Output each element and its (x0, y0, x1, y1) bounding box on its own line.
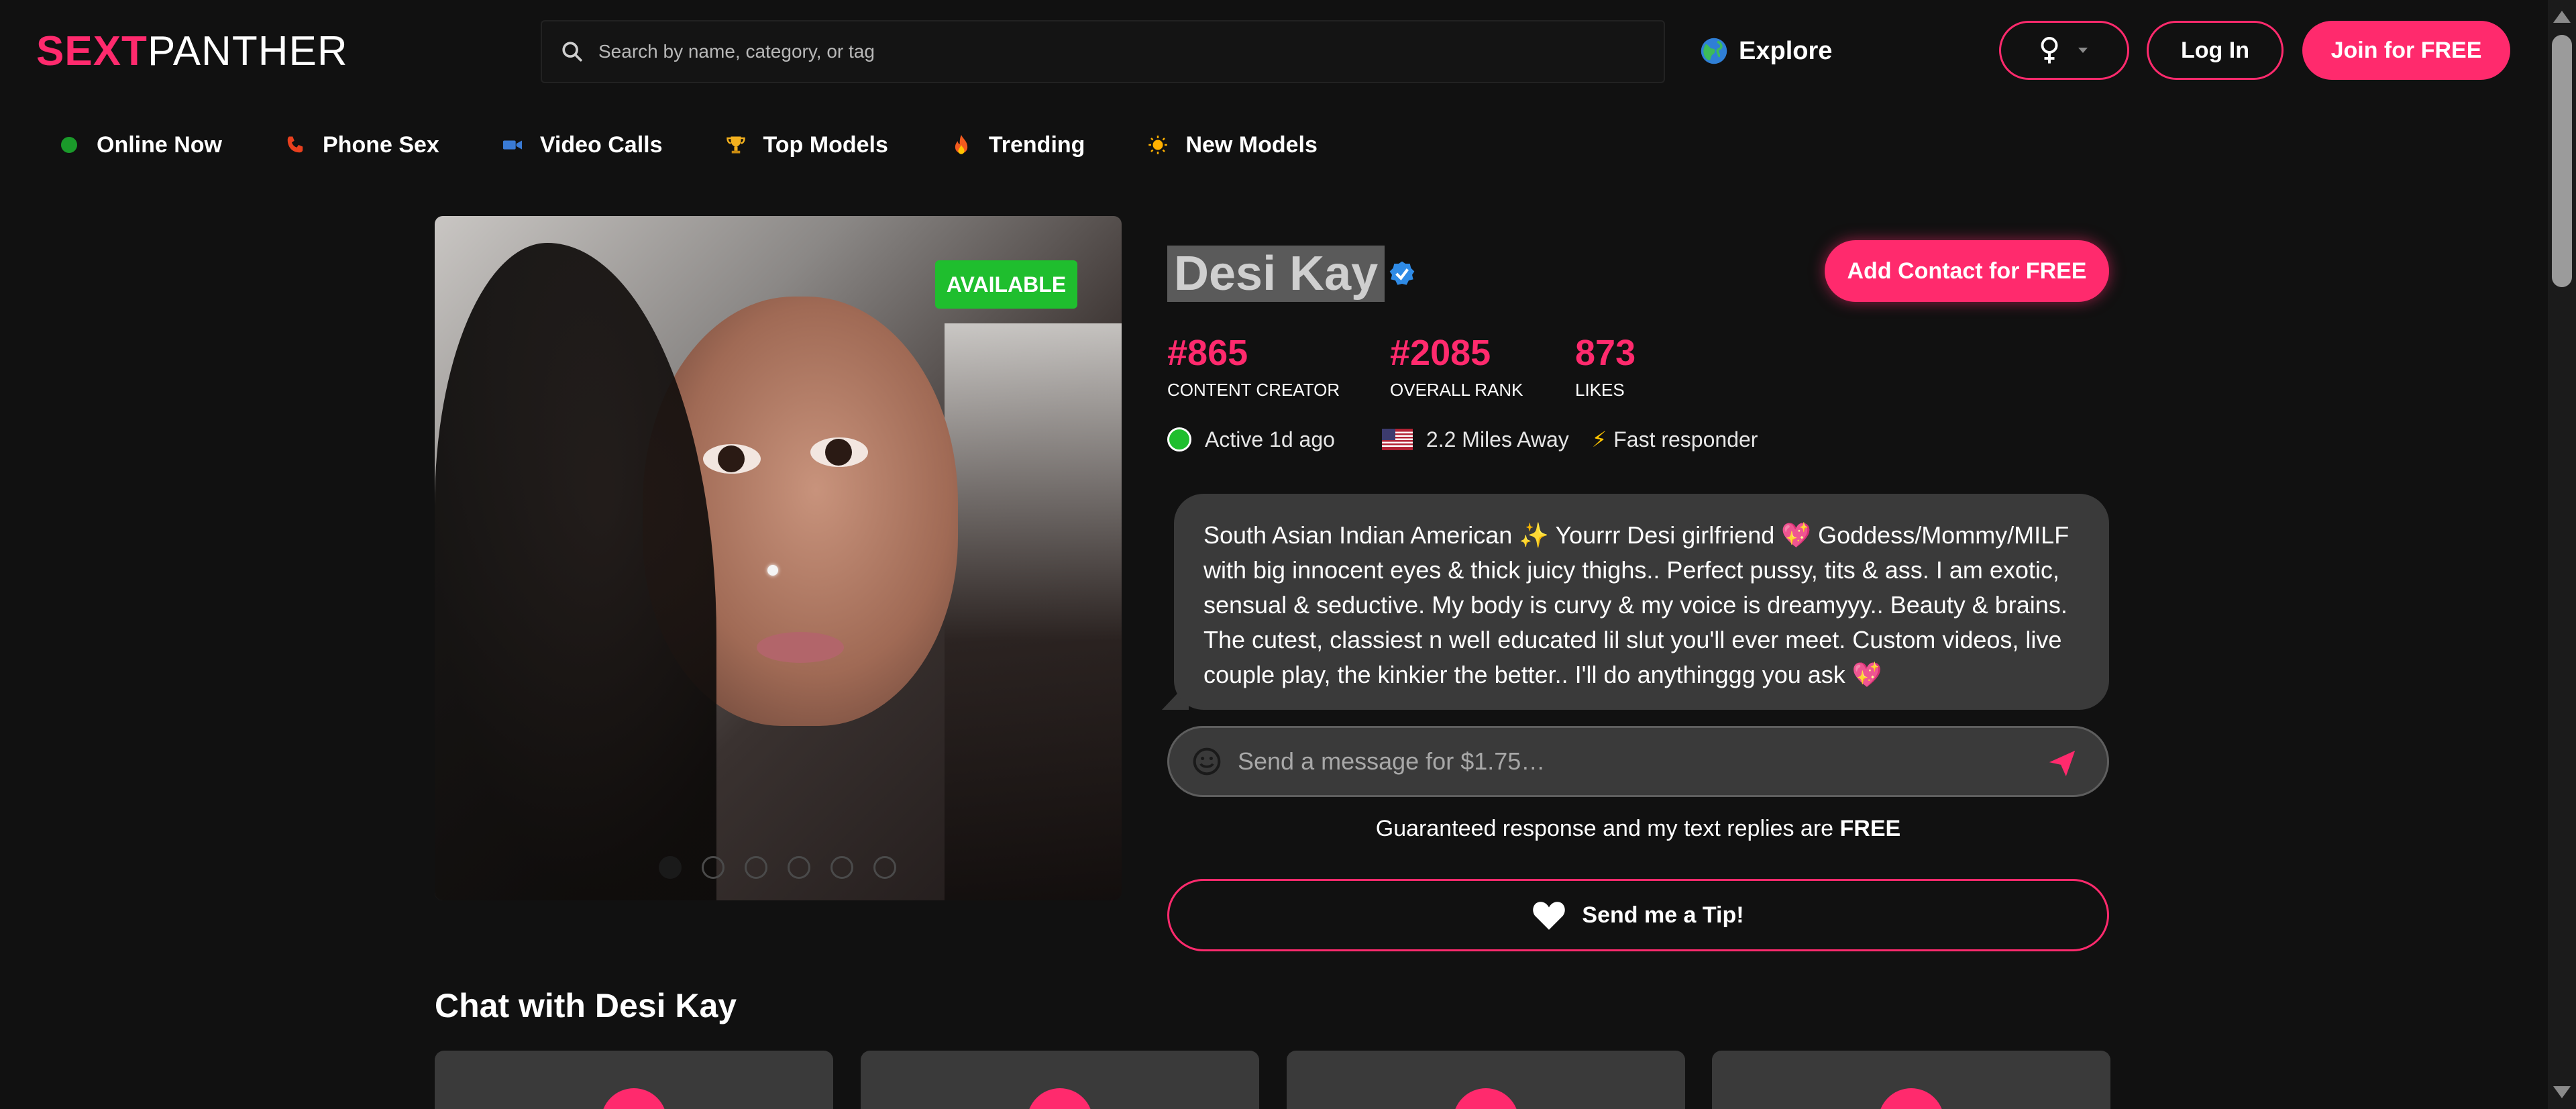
us-flag-icon (1381, 429, 1413, 450)
chat-option-card[interactable] (1712, 1051, 2110, 1109)
carousel-dot[interactable] (702, 856, 724, 879)
guarantee-text: Guaranteed response and my text replies … (1375, 816, 1840, 841)
sun-icon (1148, 135, 1168, 155)
carousel-dot[interactable] (788, 856, 810, 879)
page-scrollbar[interactable] (2548, 0, 2576, 1109)
verified-badge-icon (1389, 261, 1415, 285)
fire-icon (951, 135, 971, 155)
trophy-icon (726, 135, 746, 155)
logo-text-panther: PANTHER (147, 28, 348, 74)
nav-label: Top Models (763, 131, 888, 158)
profile-page: SEXTPANTHER Explore Log In Join for FREE… (0, 0, 2576, 1109)
category-nav: Online Now Phone Sex Video Calls Top Mod… (59, 127, 1381, 162)
profile-name-text: Desi Kay (1167, 246, 1385, 302)
message-composer[interactable] (1167, 726, 2109, 797)
stat-value: 873 (1575, 333, 1636, 373)
guarantee-free: FREE (1839, 816, 1901, 841)
carousel-dot[interactable] (830, 856, 853, 879)
stat-label: CONTENT CREATOR (1167, 380, 1340, 400)
chat-option-card[interactable] (1287, 1051, 1685, 1109)
nav-new-models[interactable]: New Models (1148, 131, 1318, 158)
stat-value: #2085 (1390, 333, 1491, 373)
female-symbol-icon (2041, 37, 2058, 64)
stat-likes: 873 LIKES (1575, 331, 1635, 401)
distance-text: 2.2 Miles Away (1426, 427, 1569, 452)
send-tip-button[interactable]: Send me a Tip! (1167, 879, 2109, 951)
nav-online-now[interactable]: Online Now (59, 132, 222, 158)
search-bar[interactable] (541, 20, 1665, 83)
nav-trending[interactable]: Trending (951, 132, 1085, 158)
login-button[interactable]: Log In (2147, 21, 2284, 80)
nav-video-calls[interactable]: Video Calls (502, 132, 663, 158)
stat-overall-rank: #2085 OVERALL RANK (1390, 331, 1523, 401)
profile-photo-carousel[interactable]: AVAILABLE (435, 216, 1122, 900)
search-input[interactable] (598, 41, 1605, 62)
explore-label: Explore (1739, 36, 1833, 65)
chat-option-card[interactable] (435, 1051, 833, 1109)
explore-link[interactable]: Explore (1700, 32, 1832, 70)
carousel-dot[interactable] (659, 856, 682, 879)
nav-label: Trending (988, 131, 1085, 158)
globe-icon (1701, 38, 1727, 64)
photo-nose-ring (767, 565, 778, 576)
status-row: Active 1d ago 2.2 Miles Away ⚡ Fast resp… (1167, 427, 1758, 452)
bio-bubble: South Asian Indian American ✨ Yourrr Des… (1174, 494, 2109, 710)
emoji-icon[interactable] (1192, 747, 1222, 776)
profile-name: Desi Kay (1167, 246, 1415, 302)
nav-label: Online Now (97, 131, 222, 158)
online-status-icon (1167, 427, 1191, 452)
stat-label: LIKES (1575, 380, 1625, 400)
nav-top-models[interactable]: Top Models (726, 132, 888, 158)
stat-label: OVERALL RANK (1390, 380, 1523, 400)
nav-phone-sex[interactable]: Phone Sex (285, 132, 439, 158)
chat-option-icon (601, 1088, 667, 1109)
search-icon (562, 42, 582, 62)
green-dot-icon (59, 135, 79, 155)
lightning-icon: ⚡ (1591, 427, 1607, 452)
heart-icon (1533, 902, 1566, 930)
guarantee-note: Guaranteed response and my text replies … (1167, 816, 2109, 842)
message-input[interactable] (1238, 747, 2009, 776)
send-icon[interactable] (2047, 748, 2078, 779)
chat-option-icon (1453, 1088, 1519, 1109)
photo-eye (703, 444, 761, 474)
photo-background (945, 323, 1122, 900)
nav-label: Video Calls (539, 131, 663, 158)
video-camera-icon (502, 135, 523, 155)
active-status-text: Active 1d ago (1205, 427, 1335, 452)
chat-section-heading: Chat with Desi Kay (435, 987, 737, 1024)
site-logo[interactable]: SEXT PANTHER (36, 27, 348, 75)
carousel-dots (659, 856, 896, 879)
gender-filter-dropdown[interactable] (1999, 21, 2129, 80)
photo-eye (810, 437, 868, 467)
site-header: SEXTPANTHER Explore Log In Join for FREE (0, 0, 2546, 101)
scroll-thumb[interactable] (2552, 35, 2572, 287)
phone-icon (285, 135, 305, 155)
chevron-down-icon (2078, 48, 2088, 53)
scroll-up-arrow-icon[interactable] (2553, 11, 2571, 23)
chat-option-card[interactable] (861, 1051, 1259, 1109)
scroll-down-arrow-icon[interactable] (2553, 1086, 2571, 1098)
tip-label: Send me a Tip! (1582, 902, 1744, 928)
responder-text: Fast responder (1613, 427, 1758, 452)
join-button[interactable]: Join for FREE (2302, 21, 2510, 80)
available-badge: AVAILABLE (935, 260, 1077, 309)
photo-hair (435, 243, 716, 900)
add-contact-button[interactable]: Add Contact for FREE (1825, 240, 2109, 302)
carousel-dot[interactable] (873, 856, 896, 879)
nav-label: New Models (1185, 131, 1318, 158)
stat-content-creator: #865 CONTENT CREATOR (1167, 331, 1340, 401)
photo-lips (757, 632, 844, 663)
carousel-dot[interactable] (745, 856, 767, 879)
logo-text-sext: SEXT (36, 28, 148, 74)
stat-value: #865 (1167, 333, 1248, 373)
nav-label: Phone Sex (323, 131, 439, 158)
chat-option-icon (1878, 1088, 1944, 1109)
chat-option-icon (1027, 1088, 1093, 1109)
